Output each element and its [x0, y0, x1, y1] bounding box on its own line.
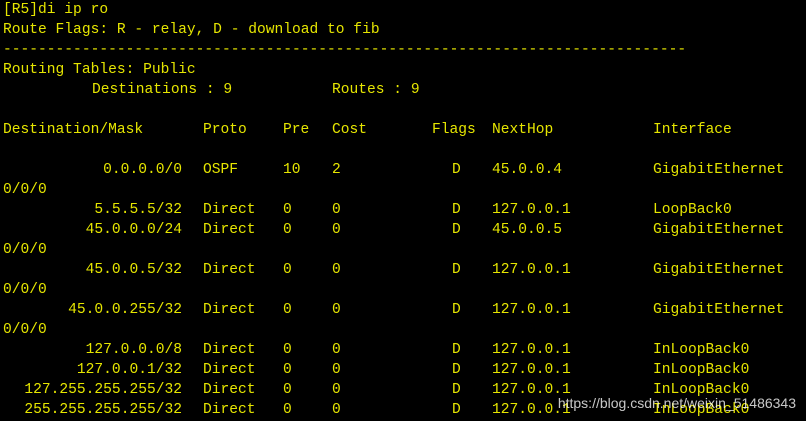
route-cost: 0: [332, 342, 341, 358]
route-proto: Direct: [203, 342, 256, 358]
route-pre: 0: [283, 362, 292, 378]
header-cost: Cost: [332, 122, 368, 138]
table-row: 45.0.0.5/32 Direct 0 0 D 127.0.0.1 GigabitEthe…: [0, 260, 806, 280]
route-interface: GigabitEthernet: [653, 262, 785, 278]
route-nexthop: 127.0.0.1: [492, 342, 571, 358]
interface-continuation: 0/0/0: [3, 322, 47, 338]
route-destination: 255.255.255.255/32: [24, 402, 182, 418]
terminal-window[interactable]: [R5]di ip ro Route Flags: R - relay, D -…: [0, 0, 806, 421]
route-pre: 10: [283, 162, 301, 178]
route-interface: LoopBack0: [653, 202, 732, 218]
route-flags: D: [452, 202, 461, 218]
interface-continuation: 0/0/0: [3, 282, 47, 298]
route-destination: 0.0.0.0/0: [103, 162, 182, 178]
route-nexthop: 127.0.0.1: [492, 362, 571, 378]
route-nexthop: 127.0.0.1: [492, 302, 571, 318]
header-interface: Interface: [653, 122, 732, 138]
route-interface: GigabitEthernet: [653, 302, 785, 318]
route-flags: D: [452, 162, 461, 178]
interface-continuation: 0/0/0: [3, 182, 47, 198]
header-destination: Destination/Mask: [3, 122, 144, 138]
route-proto: Direct: [203, 382, 256, 398]
route-proto: OSPF: [203, 162, 239, 178]
route-nexthop: 45.0.0.4: [492, 162, 563, 178]
table-row: 0.0.0.0/0 OSPF 10 2 D 45.0.0.4 GigabitEthernet: [0, 160, 806, 180]
table-row: 45.0.0.255/32 Direct 0 0 D 127.0.0.1 GigabitEt…: [0, 300, 806, 320]
interface-continuation: 0/0/0: [3, 242, 47, 258]
route-flags-line: Route Flags: R - relay, D - download to …: [3, 22, 380, 38]
table-row: 45.0.0.0/24 Direct 0 0 D 45.0.0.5 GigabitEther…: [0, 220, 806, 240]
table-row: 127.0.0.0/8 Direct 0 0 D 127.0.0.1 InLoopBack0: [0, 340, 806, 360]
routing-tables-line: Routing Tables: Public: [3, 62, 196, 78]
separator-line: ----------------------------------------…: [3, 42, 687, 58]
summary-line: Destinations : 9 Routes : 9: [0, 80, 806, 100]
route-destination: 127.0.0.1/32: [76, 362, 182, 378]
route-cost: 2: [332, 162, 341, 178]
header-flags: Flags: [432, 122, 476, 138]
route-flags: D: [452, 302, 461, 318]
route-destination: 127.0.0.0/8: [85, 342, 182, 358]
route-destination: 127.255.255.255/32: [24, 382, 182, 398]
route-nexthop: 45.0.0.5: [492, 222, 563, 238]
command-line: [R5]di ip ro: [3, 2, 109, 18]
route-interface: GigabitEthernet: [653, 162, 785, 178]
route-proto: Direct: [203, 262, 256, 278]
route-proto: Direct: [203, 302, 256, 318]
route-proto: Direct: [203, 222, 256, 238]
header-nexthop: NextHop: [492, 122, 554, 138]
watermark-text: https://blog.csdn.net/weixin_51486343: [557, 395, 796, 411]
route-interface: InLoopBack0: [653, 342, 750, 358]
route-pre: 0: [283, 382, 292, 398]
route-cost: 0: [332, 362, 341, 378]
route-flags: D: [452, 342, 461, 358]
route-cost: 0: [332, 202, 341, 218]
table-header: Destination/Mask Proto Pre Cost Flags Ne…: [0, 120, 806, 140]
route-flags: D: [452, 222, 461, 238]
route-flags: D: [452, 362, 461, 378]
table-row: 127.0.0.1/32 Direct 0 0 D 127.0.0.1 InLoopBack…: [0, 360, 806, 380]
route-pre: 0: [283, 402, 292, 418]
route-nexthop: 127.0.0.1: [492, 262, 571, 278]
destinations-count: Destinations : 9: [92, 82, 233, 98]
route-destination: 45.0.0.0/24: [85, 222, 182, 238]
route-proto: Direct: [203, 202, 256, 218]
route-pre: 0: [283, 262, 292, 278]
header-pre: Pre: [283, 122, 310, 138]
route-flags: D: [452, 382, 461, 398]
route-proto: Direct: [203, 362, 256, 378]
route-flags: D: [452, 262, 461, 278]
route-interface: GigabitEthernet: [653, 222, 785, 238]
routes-count: Routes : 9: [332, 82, 420, 98]
route-destination: 45.0.0.5/32: [85, 262, 182, 278]
route-destination: 45.0.0.255/32: [68, 302, 182, 318]
route-pre: 0: [283, 302, 292, 318]
route-pre: 0: [283, 222, 292, 238]
table-row: 5.5.5.5/32 Direct 0 0 D 127.0.0.1 LoopBack0: [0, 200, 806, 220]
route-cost: 0: [332, 302, 341, 318]
route-flags: D: [452, 402, 461, 418]
route-cost: 0: [332, 402, 341, 418]
route-pre: 0: [283, 202, 292, 218]
route-cost: 0: [332, 382, 341, 398]
route-cost: 0: [332, 262, 341, 278]
route-proto: Direct: [203, 402, 256, 418]
route-nexthop: 127.0.0.1: [492, 202, 571, 218]
route-destination: 5.5.5.5/32: [94, 202, 182, 218]
route-interface: InLoopBack0: [653, 362, 750, 378]
header-proto: Proto: [203, 122, 247, 138]
route-pre: 0: [283, 342, 292, 358]
route-cost: 0: [332, 222, 341, 238]
